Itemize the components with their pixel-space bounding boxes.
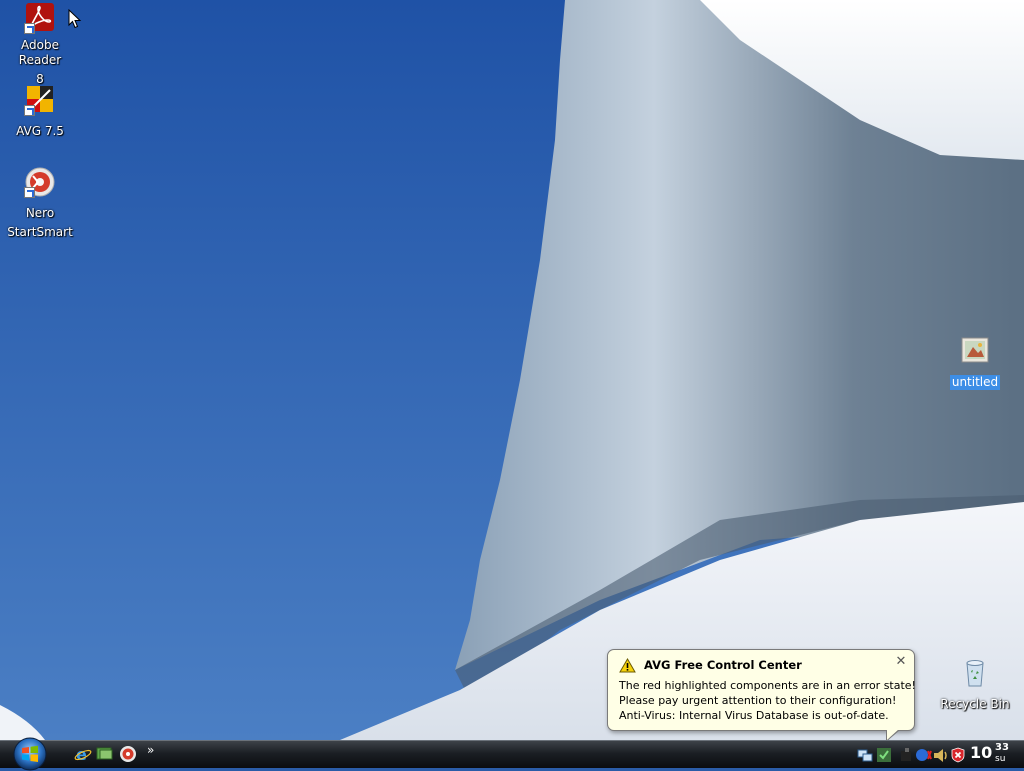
taskbar-clock[interactable]: 10 33 su [970, 742, 1009, 764]
notification-title: AVG Free Control Center [644, 658, 802, 672]
clock-minutes: 33 [995, 742, 1009, 753]
start-button[interactable] [10, 737, 50, 771]
notification-message-line: The red highlighted components are in an… [619, 679, 916, 692]
recycle-bin-icon [959, 657, 991, 689]
desktop-icon-untitled[interactable]: untitled [935, 335, 1015, 390]
desktop-icon-label: Nero [25, 206, 55, 220]
close-icon[interactable]: ✕ [894, 655, 908, 669]
adobe-reader-icon [24, 2, 56, 34]
notification-message-line: Anti-Virus: Internal Virus Database is o… [619, 709, 889, 722]
volume-icon[interactable] [933, 747, 949, 763]
network-icon[interactable] [857, 747, 873, 763]
mouse-cursor-icon [68, 9, 82, 29]
desktop-icon-nero[interactable]: Nero StartSmart [0, 166, 80, 240]
avg-tray-icon[interactable] [899, 747, 915, 763]
image-file-icon [959, 335, 991, 367]
desktop-icon-label: AVG 7.5 [16, 124, 64, 138]
desktop-icon-label: StartSmart [7, 225, 73, 239]
show-desktop-icon[interactable] [96, 745, 114, 763]
security-check-icon[interactable] [876, 747, 892, 763]
nero-quicklaunch-icon[interactable] [119, 745, 137, 763]
nero-icon [24, 166, 56, 198]
bluetooth-icon[interactable] [916, 747, 932, 763]
taskbar: e » 10 33 su [0, 737, 1024, 771]
desktop-icon-label: untitled [949, 375, 1001, 390]
desktop-icon-label: Recycle Bin [940, 697, 1010, 711]
warning-shield-icon[interactable] [950, 747, 966, 763]
clock-day: su [995, 754, 1006, 764]
desktop-icon-label: Adobe Reader [18, 38, 62, 67]
notification-message-line: Please pay urgent attention to their con… [619, 694, 897, 707]
internet-explorer-icon[interactable]: e [74, 745, 92, 763]
avg-notification-balloon[interactable]: AVG Free Control Center ✕ The red highli… [607, 649, 916, 742]
warning-icon [619, 657, 636, 672]
clock-hours: 10 [970, 743, 993, 762]
desktop-icon-avg[interactable]: AVG 7.5 [0, 84, 80, 139]
desktop-icon-recycle-bin[interactable]: Recycle Bin [935, 657, 1015, 712]
quick-launch-overflow-button[interactable]: » [147, 743, 154, 757]
avg-icon [24, 84, 56, 116]
desktop-wallpaper [0, 0, 1024, 740]
